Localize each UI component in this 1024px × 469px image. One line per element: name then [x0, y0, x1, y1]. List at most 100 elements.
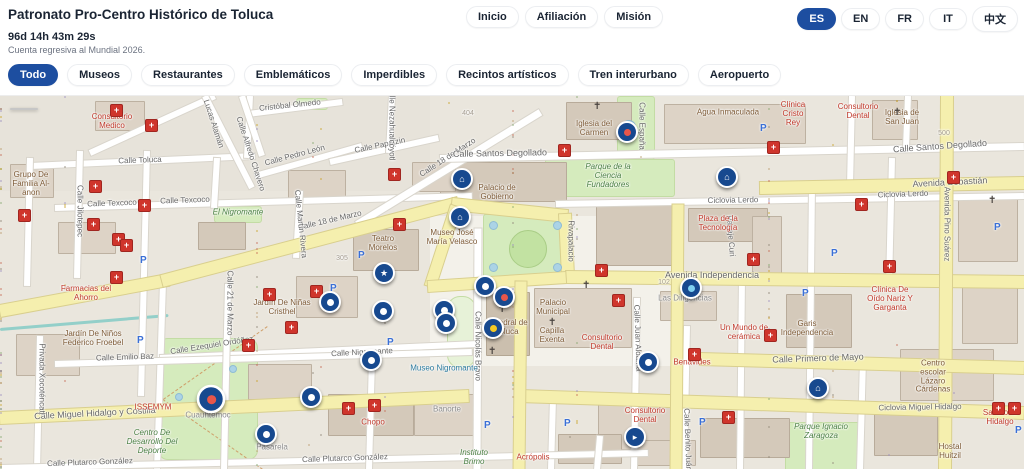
poi-dot: [0, 294, 2, 296]
poi-dot: [64, 380, 66, 382]
blue-poi-marker[interactable]: ★: [373, 262, 395, 284]
medical-marker-icon: +: [393, 218, 406, 231]
language-button-ES[interactable]: ES: [797, 8, 837, 30]
poi-dot: [0, 428, 2, 430]
street: [548, 397, 556, 469]
medical-marker-icon: +: [992, 402, 1005, 415]
filter-aeropuerto[interactable]: Aeropuerto: [697, 64, 782, 86]
poi-dot: [512, 172, 514, 174]
poi-dot: [312, 372, 314, 374]
building: [872, 100, 918, 140]
poi-dot: [0, 232, 2, 234]
poi-dot: [576, 394, 578, 396]
language-button-FR[interactable]: FR: [885, 8, 924, 30]
poi-dot: [64, 206, 66, 208]
filter-recintos-artísticos[interactable]: Recintos artísticos: [446, 64, 569, 86]
map-zoom-control: + −: [10, 108, 38, 110]
poi-dot: [0, 362, 2, 364]
filter-todo[interactable]: Todo: [8, 64, 59, 86]
parking-icon: P: [484, 420, 491, 431]
language-button-EN[interactable]: EN: [841, 8, 881, 30]
poi-dot: [0, 376, 2, 378]
marker-dot-icon: [379, 307, 387, 315]
language-button-IT[interactable]: IT: [929, 8, 967, 30]
poi-dot: [256, 286, 258, 288]
poi-dot: [576, 96, 578, 98]
poi-dot: [384, 246, 386, 248]
nav-item-afiliación[interactable]: Afiliación: [524, 6, 599, 28]
blue-poi-marker[interactable]: ⌂: [449, 206, 471, 228]
blue-poi-marker[interactable]: [680, 277, 702, 299]
poi-dot: [768, 250, 770, 252]
poi-dot: [0, 370, 2, 372]
blue-poi-marker[interactable]: [637, 351, 659, 373]
marker-glyph-icon: ⌂: [815, 382, 821, 393]
medical-marker-icon: +: [263, 288, 276, 301]
poi-dot: [768, 398, 770, 400]
medical-marker-icon: +: [595, 264, 608, 277]
poi-dot: [768, 426, 770, 428]
poi-dot: [768, 108, 770, 110]
poi-dot: [0, 270, 2, 272]
poi-dot: [953, 392, 955, 394]
blue-poi-marker[interactable]: [435, 312, 457, 334]
poi-dot: [640, 156, 642, 158]
blue-poi-marker[interactable]: [372, 300, 394, 322]
poi-dot: [0, 116, 2, 118]
filter-imperdibles[interactable]: Imperdibles: [351, 64, 438, 86]
poi-dot: [512, 306, 514, 308]
medical-marker-icon: +: [947, 171, 960, 184]
medical-marker-icon: +: [764, 329, 777, 342]
top-bar: Patronato Pro-Centro Histórico de Toluca…: [0, 0, 1024, 58]
medical-marker-icon: +: [612, 294, 625, 307]
filter-tren-interurbano[interactable]: Tren interurbano: [577, 64, 689, 86]
parking-icon: P: [1015, 425, 1022, 436]
poi-dot: [308, 444, 310, 446]
parking-icon: P: [699, 417, 706, 428]
filter-restaurantes[interactable]: Restaurantes: [141, 64, 235, 86]
poi-dot: [896, 100, 898, 102]
poi-dot: [0, 352, 2, 354]
street: [439, 142, 1024, 162]
parking-icon: P: [137, 335, 144, 346]
poi-dot: [768, 316, 770, 318]
filter-emblemáticos[interactable]: Emblemáticos: [243, 64, 343, 86]
medical-marker-icon: +: [138, 199, 151, 212]
blue-poi-marker[interactable]: [616, 121, 638, 143]
blue-poi-marker[interactable]: [300, 386, 322, 408]
blue-poi-marker[interactable]: ⌂: [807, 377, 829, 399]
blue-poi-marker[interactable]: ⌂: [716, 166, 738, 188]
marker-glyph-icon: ⌂: [459, 173, 465, 184]
language-button-中文[interactable]: 中文: [972, 6, 1018, 32]
poi-dot: [888, 454, 890, 456]
map-canvas[interactable]: + − Calle TolucaCalle TexcocoCalle Texco…: [0, 96, 1024, 469]
poi-dot: [768, 300, 770, 302]
poi-label: Clínica De Oído Nariz Y Garganta: [867, 284, 913, 312]
filter-museos[interactable]: Museos: [67, 64, 133, 86]
nav-item-misión[interactable]: Misión: [604, 6, 664, 28]
poi-dot: [0, 446, 2, 448]
blue-poi-marker[interactable]: ⌂: [451, 168, 473, 190]
church-cross-icon: ✝: [988, 195, 997, 206]
nav-item-inicio[interactable]: Inicio: [466, 6, 519, 28]
park-area: [785, 422, 863, 469]
zoom-out-button[interactable]: −: [11, 109, 37, 110]
medical-marker-icon: +: [368, 399, 381, 412]
blue-poi-marker[interactable]: [196, 384, 226, 414]
fountain-pond: [175, 393, 183, 401]
plaza-lawn-circle: [509, 230, 547, 268]
zoom-in-button[interactable]: +: [11, 109, 37, 110]
blue-poi-marker[interactable]: ▸: [624, 426, 646, 448]
fountain-pond: [229, 365, 237, 373]
poi-dot: [0, 408, 2, 410]
blue-poi-marker[interactable]: [360, 349, 382, 371]
medical-marker-icon: +: [120, 239, 133, 252]
blue-poi-marker[interactable]: [493, 286, 515, 308]
poi-dot: [768, 280, 770, 282]
blue-poi-marker[interactable]: [319, 291, 341, 313]
poi-dot: [576, 390, 578, 392]
blue-poi-marker[interactable]: [255, 423, 277, 445]
poi-dot: [256, 464, 258, 466]
blue-poi-marker[interactable]: [482, 317, 504, 339]
marker-dot-icon: [489, 324, 497, 332]
